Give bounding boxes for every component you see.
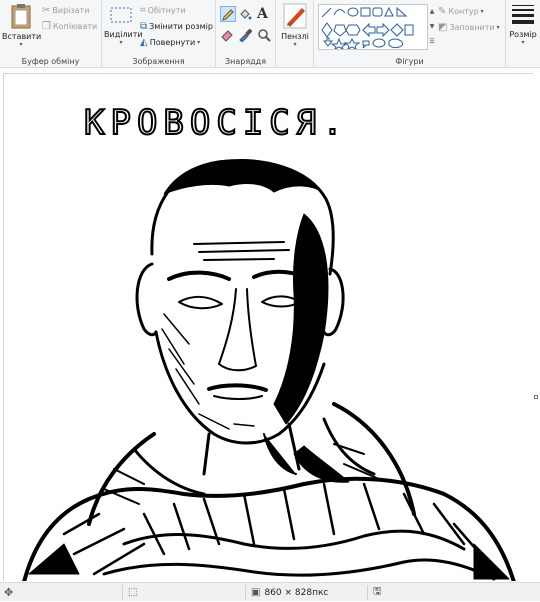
- rotate-icon: ◭: [140, 37, 148, 48]
- eraser-tool[interactable]: [220, 27, 236, 43]
- canvas-area: КРОВОСІСЯ.: [0, 69, 540, 581]
- image-size-icon: ▣: [251, 587, 261, 598]
- chevron-down-icon: ▾: [496, 24, 500, 31]
- move-cursor-icon: ✥: [4, 586, 14, 599]
- selection-icon: ⬚: [128, 587, 138, 598]
- shapes-gallery[interactable]: [318, 4, 428, 51]
- shapes-group: ▲ ▼ ☰ ✎ Контур ▾ ◩ Заповнити ▾ Фігури: [314, 0, 506, 68]
- select-button[interactable]: Виділити ▾: [104, 2, 143, 46]
- copy-label: Копіювати: [52, 22, 98, 31]
- crop-button[interactable]: ⌗ Обітнути: [140, 5, 186, 16]
- status-bar: ✥ ⬚ ▣ 860 × 828пкс 🖫: [0, 582, 540, 601]
- magnifier-tool[interactable]: [257, 27, 273, 43]
- portrait-figure: [22, 159, 516, 581]
- scissors-icon: ✂: [42, 5, 51, 16]
- scroll-up-icon: ▲: [429, 8, 435, 15]
- chevron-down-icon: ▾: [480, 8, 484, 15]
- paste-label: Вставити: [2, 32, 42, 41]
- resize-button[interactable]: ⧉ Змінити розмір: [140, 21, 213, 32]
- rotate-button[interactable]: ◭ Повернути ▾: [140, 37, 200, 48]
- copy-button[interactable]: ❐ Копіювати: [42, 21, 97, 32]
- chevron-down-icon[interactable]: ▾: [2, 41, 40, 48]
- brushes-group: Пензлі ▾: [276, 0, 314, 68]
- brushes-label: Пензлі: [281, 32, 309, 41]
- file-size: 🖫: [373, 583, 382, 602]
- fill-tool[interactable]: [238, 7, 254, 23]
- clipboard-group-label: Буфер обміну: [21, 57, 80, 66]
- color-picker-tool[interactable]: [238, 27, 254, 43]
- eraser-icon: [221, 30, 233, 42]
- outline-icon: ✎: [438, 6, 447, 17]
- chevron-down-icon[interactable]: ▾: [104, 39, 138, 46]
- crop-icon: ⌗: [140, 5, 146, 16]
- pencil-tool[interactable]: [220, 6, 236, 22]
- status-separator: [122, 585, 123, 600]
- drawing-canvas[interactable]: КРОВОСІСЯ.: [3, 73, 533, 581]
- copy-icon: ❐: [42, 21, 51, 32]
- status-separator: [245, 585, 246, 600]
- chevron-down-icon[interactable]: ▾: [508, 39, 538, 46]
- shapes-scroll[interactable]: ▲ ▼ ☰: [428, 4, 436, 50]
- clipboard-group: Вставити ▾ ✂ Вирізати ❐ Копіювати Буфер …: [0, 0, 102, 68]
- outline-button[interactable]: ✎ Контур ▾: [438, 6, 484, 17]
- text-icon: A: [257, 6, 268, 22]
- size-button[interactable]: Розмір ▾: [508, 2, 538, 46]
- selection-size: ⬚: [128, 583, 137, 602]
- shapes-group-label: Фігури: [395, 57, 424, 66]
- rotate-label: Повернути: [149, 38, 196, 47]
- drawing-caption: КРОВОСІСЯ.: [84, 103, 349, 143]
- select-label: Виділити: [104, 30, 143, 39]
- eyedropper-icon: [239, 28, 253, 43]
- canvas-resize-handle[interactable]: [534, 395, 538, 399]
- disk-icon: 🖫: [373, 586, 382, 597]
- ribbon: Вставити ▾ ✂ Вирізати ❐ Копіювати Буфер …: [0, 0, 540, 68]
- line-width-icon: [512, 5, 534, 24]
- crop-label: Обітнути: [147, 6, 186, 15]
- size-label: Розмір: [509, 30, 537, 39]
- paint-bucket-icon: [240, 9, 252, 20]
- status-separator: [367, 585, 368, 600]
- cut-button[interactable]: ✂ Вирізати: [42, 5, 89, 16]
- magnifier-icon: [258, 29, 271, 42]
- tools-group: A Знаряддя: [216, 0, 276, 68]
- tools-group-label: Знаряддя: [224, 57, 267, 66]
- brush-icon: [283, 3, 307, 29]
- image-size-label: 860 × 828пкс: [264, 587, 329, 598]
- chevron-down-icon: ▾: [197, 39, 201, 46]
- fill-label: Заповнити: [449, 23, 495, 32]
- size-group: Розмір ▾: [506, 0, 540, 68]
- image-group-label: Зображення: [132, 57, 185, 66]
- brushes-button[interactable]: Пензлі ▾: [278, 2, 312, 48]
- fill-icon: ◩: [438, 22, 448, 33]
- cut-label: Вирізати: [52, 6, 90, 15]
- resize-icon: ⧉: [140, 21, 148, 32]
- chevron-down-icon[interactable]: ▾: [278, 41, 312, 48]
- text-tool[interactable]: A: [257, 6, 268, 22]
- cursor-position: ✥: [4, 583, 13, 602]
- scroll-down-icon: ▼: [429, 23, 435, 30]
- clipboard-icon: [11, 4, 31, 29]
- resize-label: Змінити розмір: [149, 22, 213, 31]
- pencil-icon: [222, 9, 234, 21]
- fill-button[interactable]: ◩ Заповнити ▾: [438, 22, 500, 33]
- outline-label: Контур: [448, 7, 479, 16]
- portrait-drawing: КРОВОСІСЯ.: [22, 102, 516, 581]
- paste-button[interactable]: Вставити ▾: [2, 2, 42, 48]
- image-size: ▣ 860 × 828пкс: [251, 583, 328, 602]
- image-group: Виділити ▾ ⌗ Обітнути ⧉ Змінити розмір ◭…: [102, 0, 216, 68]
- gallery-expand-icon: ☰: [429, 38, 435, 45]
- shapes-gallery-icon: [321, 6, 414, 51]
- selection-icon: [110, 7, 132, 23]
